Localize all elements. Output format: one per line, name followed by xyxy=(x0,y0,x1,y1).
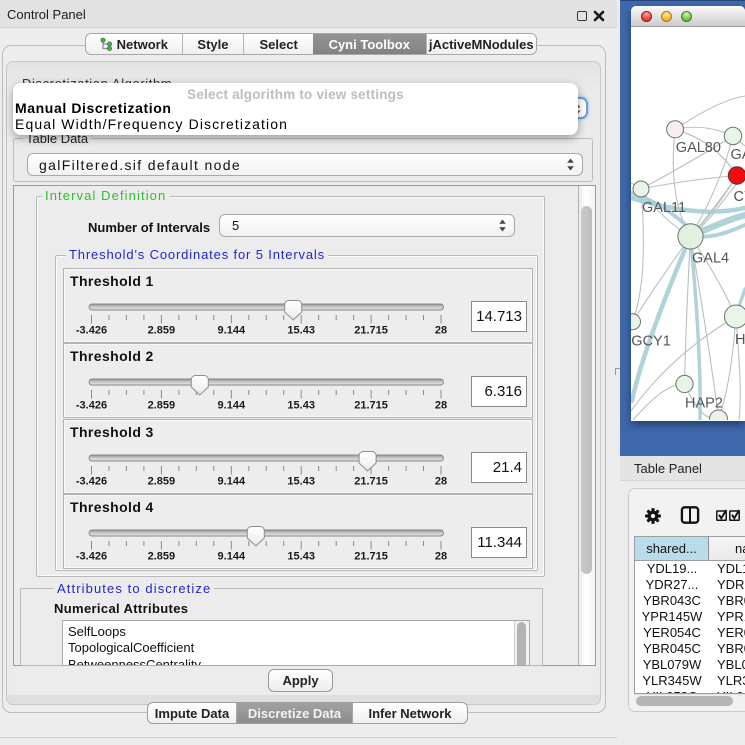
svg-text:HAP2: HAP2 xyxy=(685,396,723,412)
svg-text:GAL11: GAL11 xyxy=(642,200,686,216)
svg-text:H: H xyxy=(735,332,745,348)
svg-text:GAL80: GAL80 xyxy=(676,140,721,156)
svg-text:GAL4: GAL4 xyxy=(692,251,729,267)
svg-text:CY: CY xyxy=(734,189,745,205)
svg-text:GA: GA xyxy=(731,147,745,163)
svg-text:GCY1: GCY1 xyxy=(631,334,671,350)
